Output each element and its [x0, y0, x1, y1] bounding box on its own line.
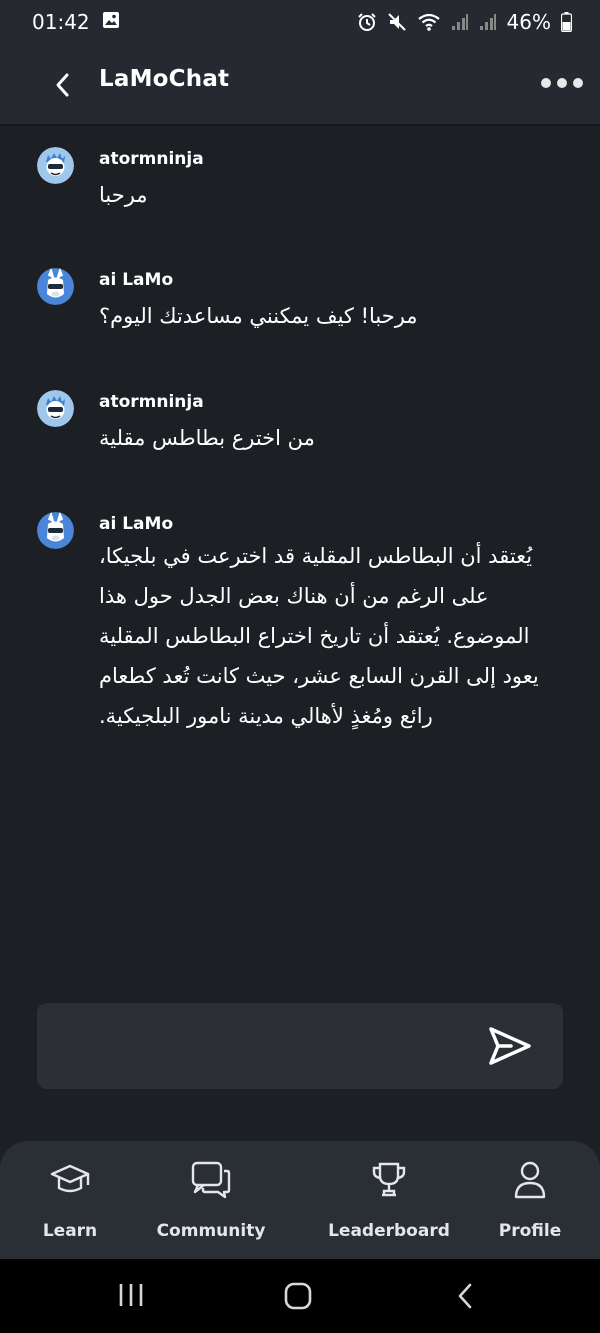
message-sender: ai LaMo [99, 514, 174, 534]
system-navigation-bar [0, 1259, 600, 1333]
chevron-left-icon [56, 73, 69, 97]
llama-bot-avatar-icon[interactable] [37, 268, 74, 305]
status-bar: 01:42 46% [0, 0, 600, 44]
nav-item-leaderboard[interactable]: Leaderboard [328, 1159, 450, 1241]
nav-item-community[interactable]: Community [155, 1159, 267, 1241]
message-composer[interactable] [37, 1003, 563, 1089]
message-list: atormninja مرحبا ai LaMo مرحبا! كيف يمكن… [0, 128, 600, 988]
app-screen: 01:42 46% LaMoChat atormninja مرحبا ai L… [0, 0, 600, 1333]
signal-icon-1 [451, 13, 469, 31]
user-avatar-icon[interactable] [37, 390, 74, 427]
message-text: مرحبا [99, 183, 148, 207]
system-back-button[interactable] [455, 1281, 475, 1315]
message-item: atormninja مرحبا [0, 147, 600, 217]
message-sender: atormninja [99, 149, 204, 169]
message-sender: ai LaMo [99, 270, 174, 290]
home-icon [284, 1282, 312, 1310]
message-item: atormninja من اخترع بطاطس مقلية [0, 390, 600, 460]
message-text: يُعتقد أن البطاطس المقلية قد اخترعت في ب… [99, 544, 539, 728]
wifi-icon [417, 12, 441, 32]
image-notification-icon [102, 10, 120, 34]
llama-bot-avatar-icon[interactable] [37, 512, 74, 549]
battery-icon [561, 12, 572, 32]
alarm-icon [357, 12, 377, 32]
more-dot-icon [573, 78, 583, 88]
user-avatar-icon[interactable] [37, 147, 74, 184]
nav-item-learn[interactable]: Learn [35, 1159, 105, 1241]
status-left: 01:42 [32, 10, 120, 34]
nav-label-community: Community [156, 1221, 266, 1241]
recent-apps-button[interactable] [117, 1281, 145, 1313]
mute-icon [387, 12, 407, 32]
send-button[interactable] [485, 1023, 535, 1069]
status-time: 01:42 [32, 10, 90, 34]
status-right: 46% [357, 10, 572, 34]
nav-label-profile: Profile [498, 1221, 562, 1241]
back-button[interactable] [48, 68, 76, 102]
more-dot-icon [557, 78, 567, 88]
battery-percent: 46% [506, 10, 551, 34]
nav-label-learn: Learn [42, 1221, 98, 1241]
person-icon [512, 1159, 548, 1201]
message-sender: atormninja [99, 392, 204, 412]
signal-icon-2 [479, 13, 497, 31]
more-dot-icon [541, 78, 551, 88]
chat-bubbles-icon [190, 1159, 232, 1201]
system-back-icon [458, 1283, 472, 1309]
send-icon [489, 1027, 531, 1065]
message-text: مرحبا! كيف يمكنني مساعدتك اليوم؟ [99, 304, 418, 328]
recent-apps-icon [119, 1284, 143, 1306]
app-header: LaMoChat [0, 44, 600, 126]
graduation-cap-icon [49, 1159, 91, 1201]
nav-label-leaderboard: Leaderboard [328, 1221, 450, 1241]
message-item: ai LaMo مرحبا! كيف يمكنني مساعدتك اليوم؟ [0, 268, 600, 338]
more-options-button[interactable] [541, 72, 583, 94]
nav-item-profile[interactable]: Profile [495, 1159, 565, 1241]
message-text: من اخترع بطاطس مقلية [99, 426, 315, 450]
bottom-nav: Learn Community Leaderboard Profile [0, 1141, 600, 1259]
message-item: ai LaMo يُعتقد أن البطاطس المقلية قد اخت… [0, 512, 600, 742]
home-button[interactable] [283, 1281, 313, 1315]
page-title: LaMoChat [99, 66, 230, 92]
trophy-icon [369, 1159, 409, 1201]
